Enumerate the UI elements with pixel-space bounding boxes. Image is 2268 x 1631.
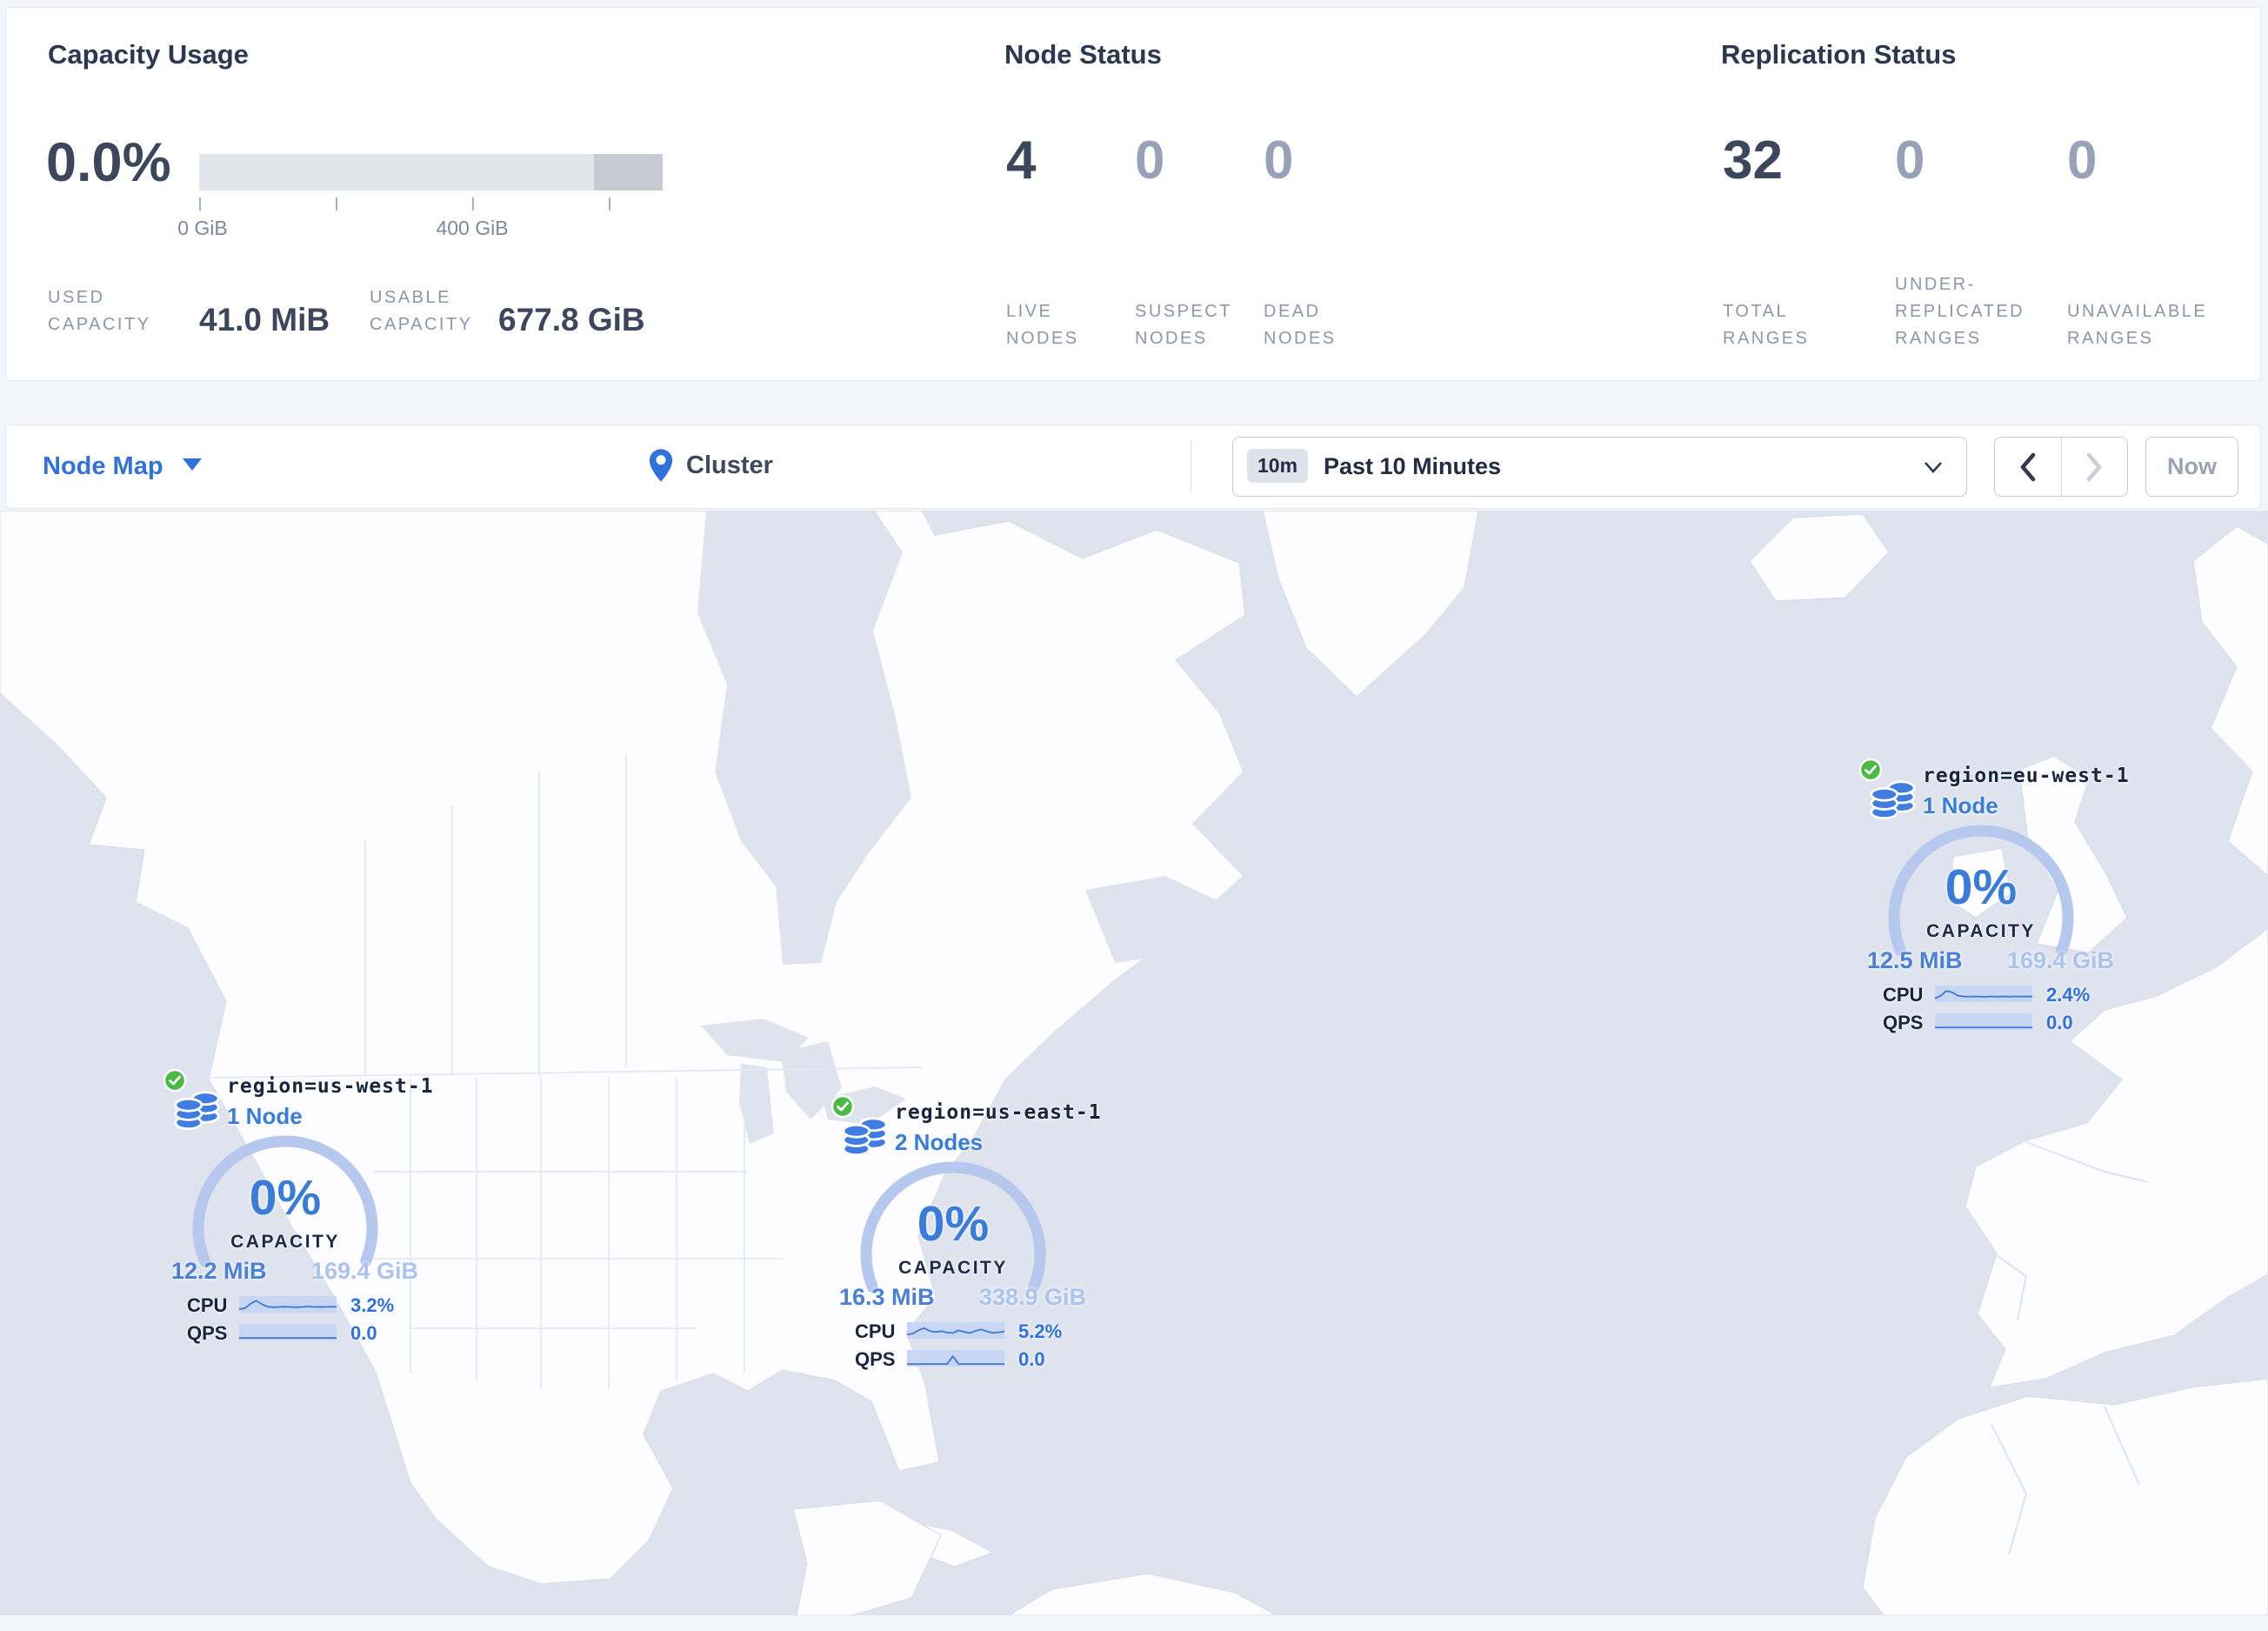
region-capacity-label: CAPACITY [230, 1232, 340, 1252]
region-title: region=us-west-1 [227, 1075, 434, 1098]
chevron-left-icon [2020, 452, 2036, 481]
qps-value: 0.0 [1018, 1348, 1045, 1370]
world-map [0, 511, 2268, 1615]
qps-metric-row: QPS 0.0 [830, 1348, 1091, 1370]
now-button-label: Now [2167, 453, 2217, 479]
capacity-bar-tick [199, 197, 201, 211]
used-capacity-label: USED CAPACITY [48, 288, 151, 334]
qps-metric-row: QPS 0.0 [1858, 1012, 2119, 1033]
region-node-count: 2 Nodes [895, 1129, 984, 1155]
capacity-used-percent: 0.0% [46, 132, 171, 193]
suspect-nodes-label: SUSPECT NODES [1135, 302, 1232, 348]
cluster-summary-panel: Capacity Usage 0.0% 0 GiB 400 GiB USED C… [5, 7, 2261, 381]
cpu-value: 3.2% [350, 1294, 395, 1316]
region-capacity-percent: 0% [917, 1196, 990, 1252]
qps-label: QPS [187, 1322, 228, 1344]
region-total-capacity: 169.4 GiB [2006, 947, 2114, 973]
cpu-sparkline [1935, 986, 2032, 1002]
qps-sparkline [907, 1350, 1004, 1367]
region-capacity-percent: 0% [249, 1170, 322, 1226]
used-capacity-value: 41.0 MiB [199, 302, 330, 338]
region-title: region=eu-west-1 [1923, 765, 2130, 787]
qps-metric-row: QPS 0.0 [163, 1322, 424, 1344]
qps-value: 0.0 [2046, 1012, 2073, 1033]
qps-label: QPS [1883, 1012, 1924, 1033]
dead-nodes-label: DEAD NODES [1264, 302, 1337, 348]
breadcrumb-label: Cluster [686, 451, 773, 479]
chevron-down-icon [182, 458, 202, 471]
region-used-capacity: 12.5 MiB [1867, 947, 1963, 973]
region-used-capacity: 16.3 MiB [839, 1284, 935, 1310]
database-stack-icon [1870, 780, 1916, 820]
region-capacity-label: CAPACITY [898, 1258, 1008, 1278]
qps-value: 0.0 [350, 1322, 377, 1344]
node-map[interactable]: region=us-west-1 1 Node 0% CAPACITY 12.2… [0, 511, 2268, 1615]
under-replicated-ranges-count: 0 [1895, 130, 1925, 191]
database-stack-icon [174, 1091, 220, 1131]
live-nodes-label: LIVE NODES [1006, 302, 1079, 348]
cpu-sparkline [239, 1296, 337, 1313]
database-stack-icon [842, 1117, 888, 1157]
chevron-down-icon [1924, 462, 1942, 473]
cpu-metric-row: CPU 3.2% [163, 1294, 424, 1316]
qps-label: QPS [855, 1348, 896, 1370]
unavailable-ranges-label: UNAVAILABLE RANGES [2067, 302, 2208, 348]
cpu-sparkline [907, 1322, 1004, 1339]
usable-capacity-value: 677.8 GiB [498, 302, 645, 338]
cpu-value: 5.2% [1018, 1320, 1063, 1342]
region-marker-eu-west-1[interactable]: region=eu-west-1 1 Node 0% CAPACITY 12.5… [1858, 758, 2129, 1040]
view-selector-dropdown[interactable]: Node Map [43, 452, 202, 481]
cpu-label: CPU [1883, 984, 1924, 1006]
region-marker-us-west-1[interactable]: region=us-west-1 1 Node 0% CAPACITY 12.2… [163, 1068, 433, 1351]
qps-sparkline [1935, 1013, 2032, 1030]
time-range-next-button[interactable] [2062, 438, 2128, 496]
region-node-count: 1 Node [1923, 792, 1998, 819]
map-pin-icon [649, 449, 673, 482]
cpu-metric-row: CPU 5.2% [830, 1320, 1091, 1342]
cpu-metric-row: CPU 2.4% [1858, 984, 2119, 1006]
capacity-bar-tick-label: 400 GiB [436, 217, 509, 239]
cluster-overview-page: { "header": { "capacity": { "title": "Ca… [0, 0, 2268, 1631]
time-range-dropdown[interactable]: 10m Past 10 Minutes [1232, 437, 1967, 497]
total-ranges-count: 32 [1723, 130, 1783, 191]
cpu-value: 2.4% [2046, 984, 2091, 1006]
now-button[interactable]: Now [2145, 437, 2238, 497]
dead-nodes-count: 0 [1264, 130, 1294, 191]
suspect-nodes-count: 0 [1135, 130, 1165, 191]
replication-status-title: Replication Status [1721, 39, 1957, 70]
capacity-bar-tick [472, 197, 474, 211]
capacity-bar-tick [336, 197, 337, 211]
region-title: region=us-east-1 [895, 1101, 1102, 1124]
cpu-label: CPU [187, 1294, 228, 1316]
capacity-bar-reserved-segment [594, 154, 663, 191]
region-capacity-label: CAPACITY [1926, 921, 2036, 941]
node-status-title: Node Status [1004, 39, 1162, 70]
chevron-right-icon [2086, 452, 2102, 481]
time-range-label: Past 10 Minutes [1324, 453, 1502, 479]
region-total-capacity: 338.9 GiB [978, 1284, 1086, 1310]
unavailable-ranges-count: 0 [2067, 130, 2098, 191]
map-toolbar: Node Map Cluster 10m Past 10 Minutes Now [5, 424, 2261, 509]
region-used-capacity: 12.2 MiB [171, 1258, 267, 1284]
capacity-bar-tick [609, 197, 610, 211]
cpu-label: CPU [855, 1320, 896, 1342]
time-range-badge: 10m [1247, 449, 1309, 483]
region-total-capacity: 169.4 GiB [310, 1258, 418, 1284]
time-range-step-buttons [1994, 437, 2128, 497]
capacity-usage-title: Capacity Usage [48, 39, 249, 70]
breadcrumb[interactable]: Cluster [648, 448, 773, 483]
region-capacity-percent: 0% [1944, 859, 2018, 915]
time-range-prev-button[interactable] [1995, 438, 2062, 496]
qps-sparkline [239, 1324, 337, 1340]
view-selector-label: Node Map [43, 452, 163, 480]
usable-capacity-label: USABLE CAPACITY [370, 288, 473, 334]
capacity-bar [199, 154, 663, 191]
live-nodes-count: 4 [1006, 130, 1037, 191]
under-replicated-ranges-label: UNDER-REPLICATED RANGES [1895, 275, 2025, 348]
total-ranges-label: TOTAL RANGES [1723, 302, 1810, 348]
capacity-bar-tick-label: 0 GiB [177, 217, 228, 239]
region-marker-us-east-1[interactable]: region=us-east-1 2 Nodes 0% CAPACITY 16.… [830, 1094, 1101, 1377]
region-node-count: 1 Node [227, 1103, 303, 1129]
